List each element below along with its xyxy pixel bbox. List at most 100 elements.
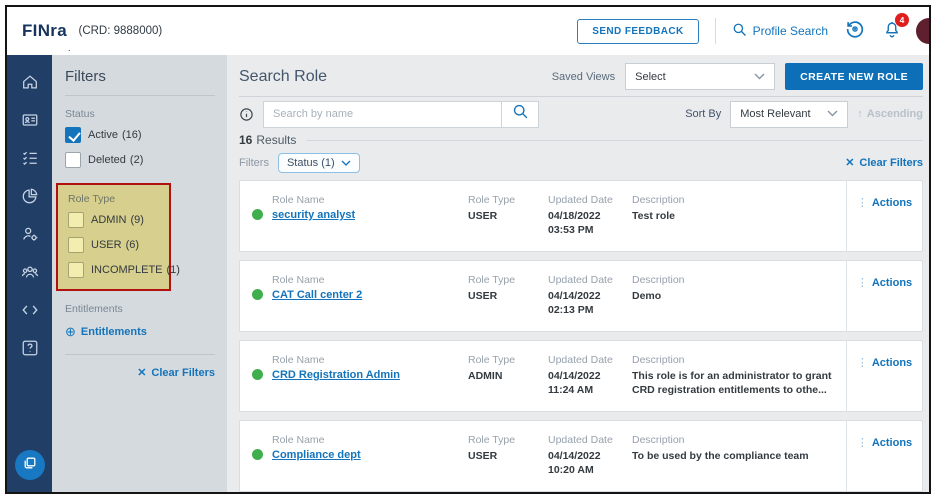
results-count: 16 [239,133,252,147]
checkbox-count: (1) [167,264,180,276]
role-actions-cell: ⋮ Actions [846,261,922,331]
actions-menu-button[interactable]: ⋮ Actions [857,356,912,369]
search-input[interactable] [263,101,501,128]
updated-date-value: 04/14/2022 [548,369,632,383]
actions-menu-button[interactable]: ⋮ Actions [857,196,912,209]
team-icon [21,263,39,286]
results-label: Results [256,133,296,147]
pie-chart-icon [21,187,39,210]
filter-checkbox-active[interactable]: Active (16) [65,127,215,143]
actions-menu-button[interactable]: ⋮ Actions [857,436,912,449]
role-row-main: Role Name CAT Call center 2 Role Type US… [240,261,846,331]
filter-checkbox-incomplete[interactable]: INCOMPLETE (1) [68,262,163,278]
title-row: Search Role Saved Views Select CREATE NE… [239,63,923,90]
role-name-link[interactable]: CRD Registration Admin [272,369,468,381]
checkbox-count: (9) [130,214,143,226]
checkbox-unchecked-icon[interactable] [68,212,84,228]
recent-history-button[interactable] [844,18,866,45]
send-feedback-button[interactable]: SEND FEEDBACK [577,19,698,44]
close-icon: ✕ [845,156,854,169]
saved-views-select[interactable]: Select [625,63,775,90]
chip-label: Status (1) [287,157,335,169]
task-list-icon [21,149,39,172]
search-icon [512,103,529,125]
filter-checkbox-deleted[interactable]: Deleted (2) [65,152,215,168]
header-divider [715,18,716,44]
column-label-role-type: Role Type [468,434,548,446]
add-entitlements-link[interactable]: ⊕ Entitlements [65,324,215,340]
column-label-description: Description [632,274,838,286]
role-name-link[interactable]: security analyst [272,209,468,221]
clear-filters-label: Clear Filters [859,157,923,169]
sidebar-item-user-settings[interactable] [7,217,52,255]
column-label-updated-date: Updated Date [548,194,632,206]
clear-filters-label: Clear Filters [151,367,215,379]
checkbox-checked-icon[interactable] [65,127,81,143]
role-type-section-label: Role Type [68,193,163,205]
app-body: Filters Status Active (16) Deleted (2) R… [7,55,929,492]
checkbox-count: (6) [126,239,139,251]
finra-logo: FINra [22,21,67,41]
checkbox-label: ADMIN [91,214,126,226]
checkbox-unchecked-icon[interactable] [68,262,84,278]
user-avatar[interactable] [916,18,931,44]
sort-by-select[interactable]: Most Relevant [730,101,848,128]
updated-time-value: 02:13 PM [548,303,632,317]
description-value: This role is for an administrator to gra… [632,369,838,397]
status-section-label: Status [65,108,215,120]
checkbox-unchecked-icon[interactable] [68,237,84,253]
sort-direction-toggle[interactable]: ↑ Ascending [857,108,923,120]
checkbox-label: INCOMPLETE [91,264,163,276]
checkbox-unchecked-icon[interactable] [65,152,81,168]
sidebar-item-help[interactable] [7,331,52,369]
clear-filters-link[interactable]: ✕ Clear Filters [845,156,923,169]
checkbox-label: USER [91,239,122,251]
create-new-role-button[interactable]: CREATE NEW ROLE [785,63,923,90]
search-submit-button[interactable] [501,101,539,128]
panel-clear-filters-link[interactable]: ✕ Clear Filters [65,366,215,379]
role-name-link[interactable]: Compliance dept [272,449,468,461]
column-label-role-type: Role Type [468,194,548,206]
role-row-main: Role Name Compliance dept Role Type USER… [240,421,846,491]
sidebar-item-home[interactable] [7,65,52,103]
updated-time-value: 10:20 AM [548,463,632,477]
arrow-up-icon: ↑ [857,108,863,120]
header-actions: SEND FEEDBACK Profile Search 4 [577,18,929,45]
results-list: Role Name security analyst Role Type USE… [239,180,923,492]
kebab-menu-icon: ⋮ [857,196,868,209]
column-label-description: Description [632,354,838,366]
actions-label: Actions [872,357,912,369]
profile-search-button[interactable]: Profile Search [732,22,828,40]
filter-checkbox-admin[interactable]: ADMIN (9) [68,212,163,228]
sidebar-item-api[interactable] [7,293,52,331]
status-filter-chip[interactable]: Status (1) [278,153,360,173]
quick-apps-button[interactable] [15,450,45,480]
chevron-down-icon [754,71,765,83]
info-icon[interactable] [239,107,254,122]
sidebar-item-contact-card[interactable] [7,103,52,141]
filters-panel: Filters Status Active (16) Deleted (2) R… [52,55,227,492]
saved-views-value: Select [635,71,754,83]
checkbox-count: (16) [122,129,142,141]
column-label-updated-date: Updated Date [548,434,632,446]
sidebar-item-task-list[interactable] [7,141,52,179]
active-filters-row: Filters Status (1) ✕ Clear Filters [239,151,923,174]
filters-divider-bottom [65,354,215,355]
sidebar-item-reports[interactable] [7,179,52,217]
updated-date-value: 04/18/2022 [548,209,632,223]
filter-checkbox-user[interactable]: USER (6) [68,237,163,253]
description-value: Test role [632,209,838,223]
role-type-highlight: Role Type ADMIN (9) USER (6) INCOMPLETE … [56,183,171,291]
notifications-button[interactable]: 4 [882,19,902,44]
sidebar-item-teams[interactable] [7,255,52,293]
role-type-value: USER [468,209,548,223]
role-type-value: USER [468,449,548,463]
applied-filters-label: Filters [239,157,269,169]
role-name-link[interactable]: CAT Call center 2 [272,289,468,301]
ascending-label: Ascending [867,108,923,120]
column-label-role-name: Role Name [272,194,468,206]
column-label-role-name: Role Name [272,274,468,286]
plus-circle-icon: ⊕ [65,324,76,340]
kebab-menu-icon: ⋮ [857,276,868,289]
actions-menu-button[interactable]: ⋮ Actions [857,276,912,289]
